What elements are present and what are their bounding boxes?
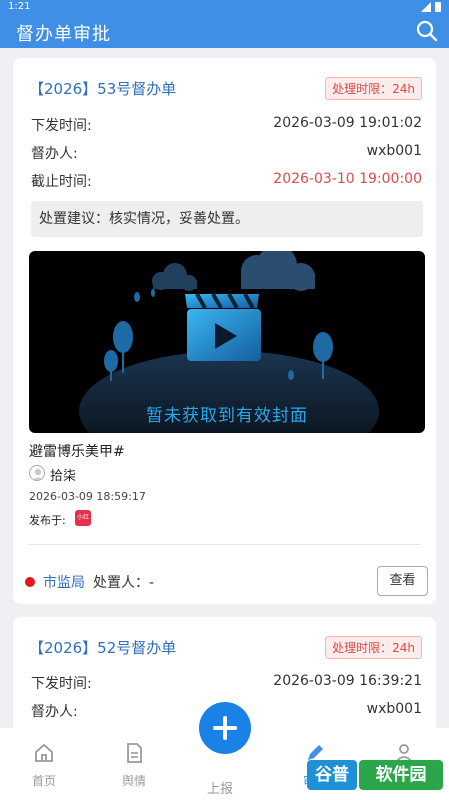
author-name: 拾柒: [50, 469, 77, 484]
issue-time-value: 2026-03-09 19:01:02: [273, 115, 422, 131]
handling-advice: 处置建议：核实情况，妥善处置。: [31, 201, 423, 237]
issue-time-value: 2026-03-09 16:39:21: [273, 673, 422, 689]
page-title: 督办单审批: [16, 24, 111, 45]
supervisor-label: 督办人:: [31, 704, 78, 720]
handler-text: 处置人：-: [93, 575, 155, 591]
status-dot: [25, 577, 35, 587]
supervisor-value: wxb001: [366, 143, 422, 159]
home-icon: [35, 743, 53, 762]
avatar: [29, 465, 45, 481]
signal-icon: [421, 2, 431, 12]
plus-icon: [213, 716, 237, 740]
nav-opinion[interactable]: 舆情: [104, 742, 164, 789]
nav-home[interactable]: 首页: [14, 742, 74, 789]
status-bar: 1:21: [0, 0, 449, 14]
status-icons: [421, 2, 441, 12]
report-fab-button[interactable]: [199, 702, 251, 754]
order-card[interactable]: 【2026】53号督办单 处理时限：24h 下发时间: 2026-03-09 1…: [13, 58, 436, 604]
nav-home-label: 首页: [31, 774, 56, 788]
nav-opinion-label: 舆情: [121, 774, 146, 788]
status-time: 1:21: [8, 1, 31, 12]
deadline-value: 2026-03-10 19:00:00: [273, 171, 422, 187]
nav-report-label[interactable]: 上报: [207, 778, 233, 797]
user-icon: [32, 468, 44, 480]
post-time: 2026-03-09 18:59:17: [29, 490, 146, 503]
time-limit-badge: 处理时限：24h: [325, 636, 422, 659]
view-button[interactable]: 查看: [377, 566, 428, 596]
no-cover-text: 暂未获取到有效封面: [146, 406, 308, 426]
xiaohongshu-icon: 小红书: [75, 510, 91, 537]
document-icon: [127, 743, 142, 763]
time-limit-badge: 处理时限：24h: [325, 77, 422, 100]
battery-icon: [435, 2, 441, 12]
watermark-text: 软件园: [359, 760, 443, 790]
order-title: 【2026】52号督办单: [29, 639, 177, 657]
department-name: 市监局: [43, 575, 85, 591]
watermark: 谷普 软件园: [307, 760, 443, 790]
order-list[interactable]: 【2026】53号督办单 处理时限：24h 下发时间: 2026-03-09 1…: [0, 48, 449, 728]
app-bar: 督办单审批: [0, 14, 449, 48]
search-icon: [416, 20, 438, 42]
issue-time-label: 下发时间:: [31, 676, 92, 692]
video-title[interactable]: 避雷博乐美甲#: [29, 441, 125, 461]
order-title: 【2026】53号督办单: [29, 80, 177, 98]
issue-time-label: 下发时间:: [31, 118, 92, 134]
divider: [29, 544, 421, 545]
search-button[interactable]: [415, 19, 439, 43]
watermark-logo: 谷普: [307, 760, 357, 790]
supervisor-label: 督办人:: [31, 146, 78, 162]
video-cover[interactable]: 暂未获取到有效封面: [29, 251, 425, 433]
supervisor-value: wxb001: [366, 701, 422, 717]
deadline-label: 截止时间:: [31, 174, 92, 190]
publish-label: 发布于:: [29, 514, 66, 527]
